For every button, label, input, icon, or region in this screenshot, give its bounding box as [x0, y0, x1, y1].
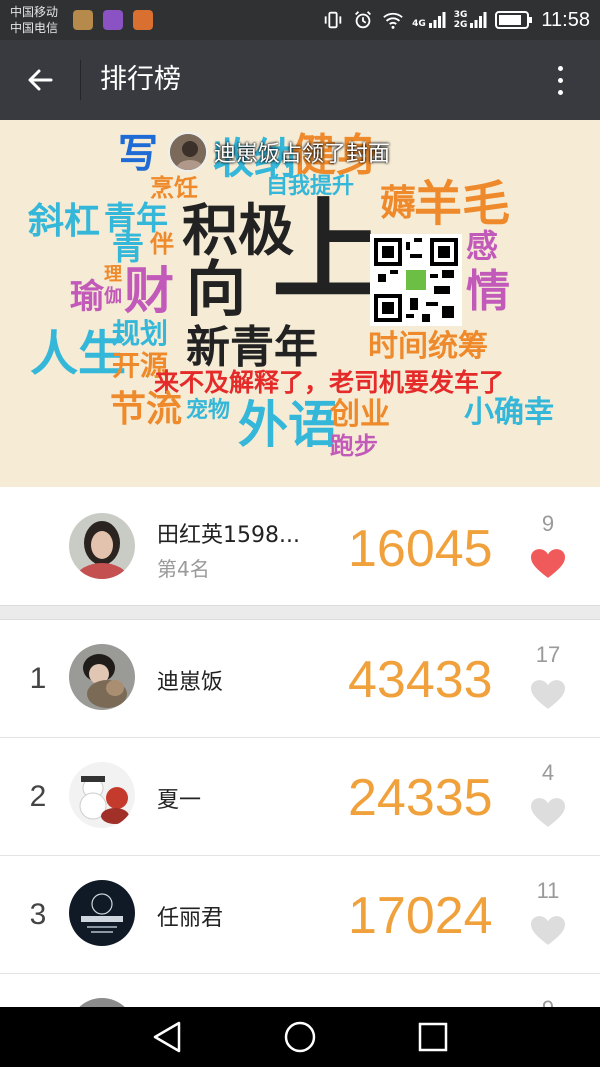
ranking-row-1[interactable]: 1 迪崽饭 43433 17 — [0, 620, 600, 738]
my-steps: 16045 — [348, 520, 493, 578]
vibrate-icon — [324, 11, 342, 29]
like-count: 17 — [535, 642, 561, 667]
user-name: 任丽君 — [157, 906, 224, 931]
page-title: 排行榜 — [100, 64, 181, 95]
rank-number: 3 — [29, 898, 47, 931]
heart-icon[interactable] — [531, 798, 565, 828]
alarm-icon — [355, 11, 372, 29]
like-count: 11 — [536, 878, 560, 903]
qr-code-icon — [374, 238, 458, 322]
my-like-count: 9 — [541, 511, 555, 536]
cover-owner-chip[interactable]: 迪崽饭占领了封面 — [168, 132, 390, 172]
notification-cloud-icon — [133, 10, 153, 30]
rank-number: 2 — [29, 780, 47, 813]
clock: 11:58 — [541, 8, 590, 31]
word-shijian: 时间统筹 — [368, 329, 488, 364]
avatar — [69, 880, 135, 946]
signal-1: 4G — [412, 11, 446, 29]
carrier-1: 中国移动 — [10, 5, 59, 19]
cover-owner-text: 迪崽饭占领了封面 — [214, 142, 391, 167]
word-yujia: 瑜 — [70, 277, 104, 317]
arrow-left-icon — [28, 69, 53, 91]
signal-bars-icon — [470, 12, 487, 28]
notification-gallery-icon — [103, 10, 123, 30]
word-xiegang: 斜杠 — [28, 201, 101, 242]
word-yangmao: 羊毛 — [414, 176, 511, 232]
word-xiaoquexing: 小确幸 — [464, 395, 554, 430]
system-nav-bar — [0, 1007, 600, 1067]
word-waiyu: 外语 — [238, 396, 338, 454]
user-name: 夏一 — [157, 788, 202, 813]
signal-2: 3G 2G — [454, 10, 488, 30]
nav-back-icon[interactable] — [149, 1019, 185, 1055]
heart-filled-icon[interactable] — [531, 549, 565, 579]
word-chuangye: 创业 — [330, 397, 390, 432]
user-steps: 17024 — [348, 887, 493, 945]
more-dot — [557, 77, 563, 83]
qr-code — [370, 234, 462, 326]
cover-owner-avatar — [168, 132, 208, 172]
user-steps: 24335 — [348, 769, 493, 827]
word-jia: 伽 — [104, 286, 122, 307]
word-xiang: 向 — [186, 255, 246, 325]
carrier-2: 中国电信 — [10, 21, 59, 35]
status-bar: 中国移动 中国电信 4G 3G 2G 11:58 — [0, 0, 600, 40]
more-dot — [557, 89, 563, 95]
word-laibuji: 来不及解释了，老司机要发车了 — [154, 368, 505, 397]
avatar — [69, 762, 135, 828]
app-toolbar: 排行榜 — [0, 40, 600, 120]
word-gan: 感 — [466, 227, 499, 265]
avatar — [69, 644, 135, 710]
toolbar-divider — [80, 60, 81, 100]
word-guihua: 规划 — [112, 317, 169, 350]
heart-icon[interactable] — [531, 680, 565, 710]
my-name: 田红英1598... — [157, 523, 300, 548]
my-rank-label: 第4名 — [157, 557, 210, 581]
word-xinqingnian: 新青年 — [186, 322, 318, 373]
ranking-row-2[interactable]: 2 夏一 24335 4 — [0, 738, 600, 856]
app-root: 中国移动 中国电信 4G 3G 2G 11:58 排行榜 写 收纳 健身 烹饪 … — [0, 0, 600, 1067]
rank-number: 1 — [29, 662, 47, 695]
section-divider — [0, 605, 600, 620]
word-pengren: 烹饪 — [150, 174, 198, 202]
word-qiang: 薅 — [380, 183, 417, 224]
signal-bars-icon — [428, 12, 446, 28]
nav-recents-icon[interactable] — [415, 1019, 451, 1055]
more-dot — [557, 65, 563, 71]
avatar — [69, 513, 135, 579]
my-rank-card[interactable]: 田红英1598... 第4名 16045 9 — [0, 487, 600, 605]
heart-icon[interactable] — [531, 916, 565, 946]
carrier-info: 中国移动 中国电信 — [10, 4, 58, 36]
word-chongwu: 宠物 — [186, 398, 231, 423]
word-li: 理 — [104, 264, 122, 285]
word-shang: 上 — [272, 187, 382, 315]
more-options-button[interactable] — [550, 60, 570, 100]
ranking-row-3[interactable]: 3 任丽君 17024 11 — [0, 856, 600, 974]
word-qing2: 青 — [112, 229, 145, 267]
battery-icon — [495, 11, 533, 29]
user-steps: 43433 — [348, 651, 493, 709]
wifi-icon — [383, 12, 403, 29]
cover-banner[interactable]: 写 收纳 健身 烹饪 自我提升 薅 羊毛 斜杠 青年 青 伴 积极 向 上 感 … — [0, 120, 600, 487]
word-licai: 财 — [124, 262, 174, 320]
notification-app-icon — [73, 10, 93, 30]
word-qing: 情 — [466, 266, 510, 317]
nav-home-icon[interactable] — [282, 1019, 318, 1055]
word-xie: 写 — [118, 131, 158, 177]
word-ban: 伴 — [150, 230, 174, 258]
user-name: 迪崽饭 — [157, 670, 224, 695]
back-button[interactable] — [20, 60, 60, 100]
word-jieliu: 节流 — [110, 389, 183, 430]
like-count: 4 — [541, 760, 555, 785]
word-paobu: 跑步 — [330, 432, 378, 460]
